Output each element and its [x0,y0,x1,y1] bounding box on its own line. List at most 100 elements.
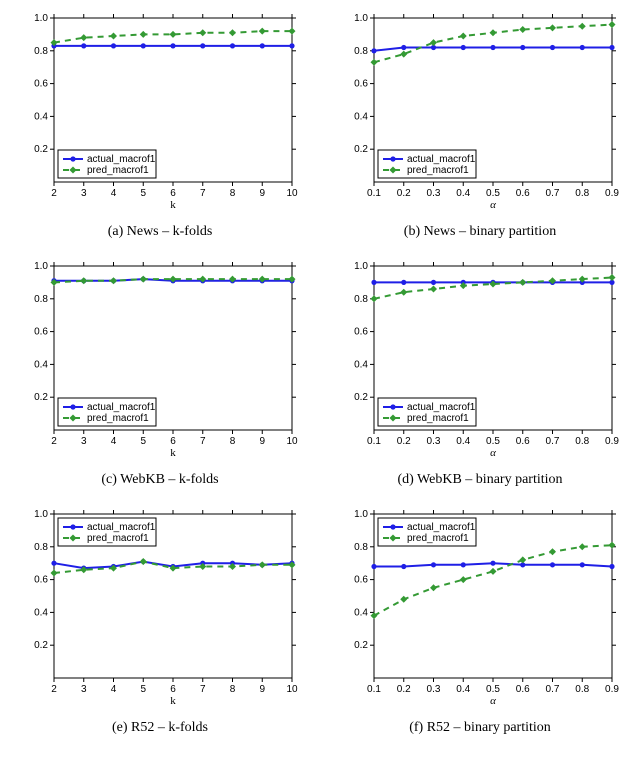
chart-c: 0.20.40.60.81.02345678910kactual_macrof1… [20,258,300,458]
cell-f: 0.20.40.60.81.00.10.20.30.40.50.60.70.80… [334,506,626,736]
svg-text:2: 2 [51,188,57,199]
svg-text:α: α [490,199,496,210]
caption-f: (f) R52 – binary partition [409,720,551,736]
svg-text:10: 10 [286,684,298,695]
svg-text:0.9: 0.9 [605,436,619,447]
svg-text:0.1: 0.1 [367,436,381,447]
svg-text:0.7: 0.7 [546,436,560,447]
svg-text:0.7: 0.7 [546,188,560,199]
svg-text:5: 5 [140,188,146,199]
svg-text:0.4: 0.4 [456,436,470,447]
svg-text:0.6: 0.6 [34,575,48,586]
svg-text:α: α [490,447,496,458]
svg-text:0.8: 0.8 [575,684,589,695]
svg-text:0.3: 0.3 [427,188,441,199]
legend-actual-label: actual_macrof1 [87,154,156,165]
cell-c: 0.20.40.60.81.02345678910kactual_macrof1… [14,258,306,488]
svg-text:0.2: 0.2 [397,188,411,199]
cell-b: 0.20.40.60.81.00.10.20.30.40.50.60.70.80… [334,10,626,240]
svg-text:4: 4 [111,436,117,447]
svg-text:0.4: 0.4 [354,359,368,370]
cell-a: 0.20.40.60.81.02345678910kactual_macrof1… [14,10,306,240]
svg-text:2: 2 [51,436,57,447]
svg-text:5: 5 [140,684,146,695]
svg-text:0.8: 0.8 [575,188,589,199]
svg-text:0.6: 0.6 [516,188,530,199]
svg-text:k: k [170,695,176,706]
svg-text:0.4: 0.4 [354,607,368,618]
svg-text:4: 4 [111,188,117,199]
svg-text:0.1: 0.1 [367,188,381,199]
cell-e: 0.20.40.60.81.02345678910kactual_macrof1… [14,506,306,736]
svg-text:1.0: 1.0 [34,261,48,272]
svg-text:0.4: 0.4 [34,111,48,122]
legend-actual-label: actual_macrof1 [407,402,476,413]
svg-text:2: 2 [51,684,57,695]
svg-text:1.0: 1.0 [34,13,48,24]
caption-a: (a) News – k-folds [108,224,213,240]
svg-text:0.6: 0.6 [354,575,368,586]
svg-text:0.2: 0.2 [34,144,48,155]
svg-text:0.3: 0.3 [427,684,441,695]
caption-b: (b) News – binary partition [404,224,556,240]
chart-d: 0.20.40.60.81.00.10.20.30.40.50.60.70.80… [340,258,620,458]
svg-text:0.9: 0.9 [605,188,619,199]
svg-text:0.5: 0.5 [486,684,500,695]
legend-actual-label: actual_macrof1 [87,522,156,533]
caption-e: (e) R52 – k-folds [112,720,208,736]
svg-text:0.8: 0.8 [34,46,48,57]
svg-text:3: 3 [81,188,87,199]
svg-text:0.9: 0.9 [605,684,619,695]
svg-text:6: 6 [170,684,176,695]
svg-text:α: α [490,695,496,706]
svg-text:0.2: 0.2 [34,640,48,651]
chart-b: 0.20.40.60.81.00.10.20.30.40.50.60.70.80… [340,10,620,210]
chart-e: 0.20.40.60.81.02345678910kactual_macrof1… [20,506,300,706]
svg-text:k: k [170,447,176,458]
svg-text:0.2: 0.2 [354,640,368,651]
svg-text:k: k [170,199,176,210]
legend-pred-label: pred_macrof1 [407,165,469,176]
svg-text:3: 3 [81,684,87,695]
svg-text:7: 7 [200,684,206,695]
caption-d: (d) WebKB – binary partition [397,472,562,488]
legend-pred-label: pred_macrof1 [87,413,149,424]
svg-text:0.4: 0.4 [34,359,48,370]
svg-text:0.1: 0.1 [367,684,381,695]
caption-c: (c) WebKB – k-folds [101,472,218,488]
chart-f: 0.20.40.60.81.00.10.20.30.40.50.60.70.80… [340,506,620,706]
svg-text:9: 9 [259,684,265,695]
svg-text:1.0: 1.0 [354,13,368,24]
svg-text:0.6: 0.6 [34,79,48,90]
cell-d: 0.20.40.60.81.00.10.20.30.40.50.60.70.80… [334,258,626,488]
svg-text:0.3: 0.3 [427,436,441,447]
svg-text:9: 9 [259,436,265,447]
legend-pred-label: pred_macrof1 [87,165,149,176]
legend-actual-label: actual_macrof1 [407,154,476,165]
svg-text:8: 8 [230,436,236,447]
svg-text:0.5: 0.5 [486,188,500,199]
svg-text:1.0: 1.0 [354,509,368,520]
svg-text:4: 4 [111,684,117,695]
svg-text:10: 10 [286,436,298,447]
svg-text:0.6: 0.6 [354,327,368,338]
legend-pred-label: pred_macrof1 [407,533,469,544]
svg-text:9: 9 [259,188,265,199]
svg-text:8: 8 [230,188,236,199]
svg-text:0.8: 0.8 [34,294,48,305]
svg-text:0.4: 0.4 [354,111,368,122]
svg-text:0.2: 0.2 [34,392,48,403]
svg-text:0.6: 0.6 [34,327,48,338]
svg-text:0.4: 0.4 [456,188,470,199]
svg-text:7: 7 [200,436,206,447]
svg-text:0.6: 0.6 [354,79,368,90]
legend-actual-label: actual_macrof1 [407,522,476,533]
legend-pred-label: pred_macrof1 [407,413,469,424]
svg-text:7: 7 [200,188,206,199]
svg-text:0.5: 0.5 [486,436,500,447]
svg-text:0.8: 0.8 [354,46,368,57]
svg-text:0.6: 0.6 [516,684,530,695]
svg-text:0.2: 0.2 [397,436,411,447]
svg-text:0.8: 0.8 [354,542,368,553]
svg-text:10: 10 [286,188,298,199]
